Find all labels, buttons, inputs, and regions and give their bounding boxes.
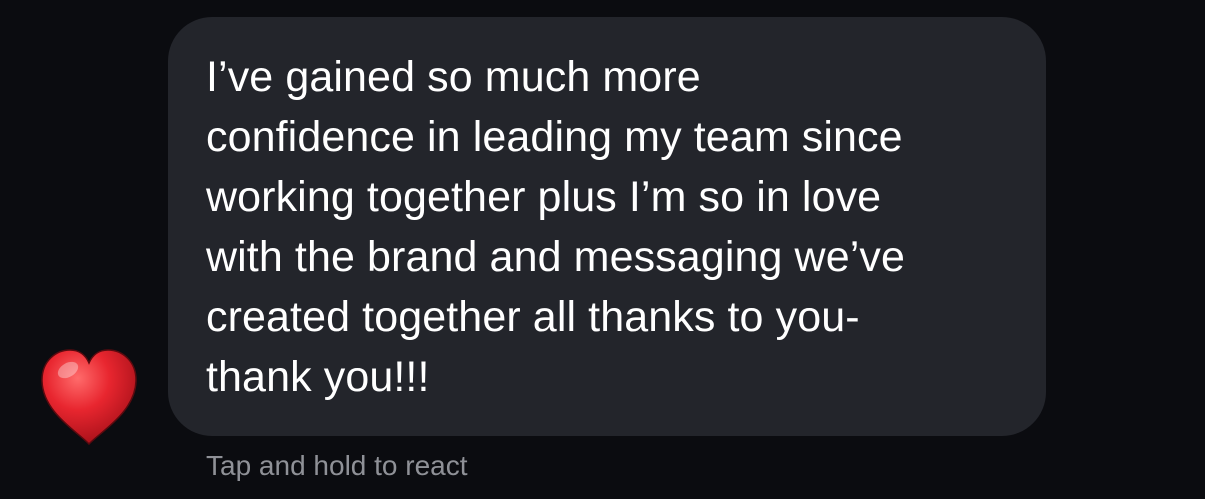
message-line: working together plus I’m so in love <box>206 173 882 221</box>
tap-and-hold-hint: Tap and hold to react <box>206 450 468 481</box>
red-heart-icon <box>41 349 137 446</box>
message-line: created together all thanks to you- <box>206 293 860 341</box>
message-line: confidence in leading my team since <box>206 113 903 161</box>
message-line: I’ve gained so much more <box>206 53 701 101</box>
chat-screen: I’ve gained so much more confidence in l… <box>0 0 1205 499</box>
message-line: thank you!!! <box>206 353 430 401</box>
message-line: with the brand and messaging we’ve <box>206 233 905 281</box>
heart-reaction[interactable] <box>38 346 140 446</box>
